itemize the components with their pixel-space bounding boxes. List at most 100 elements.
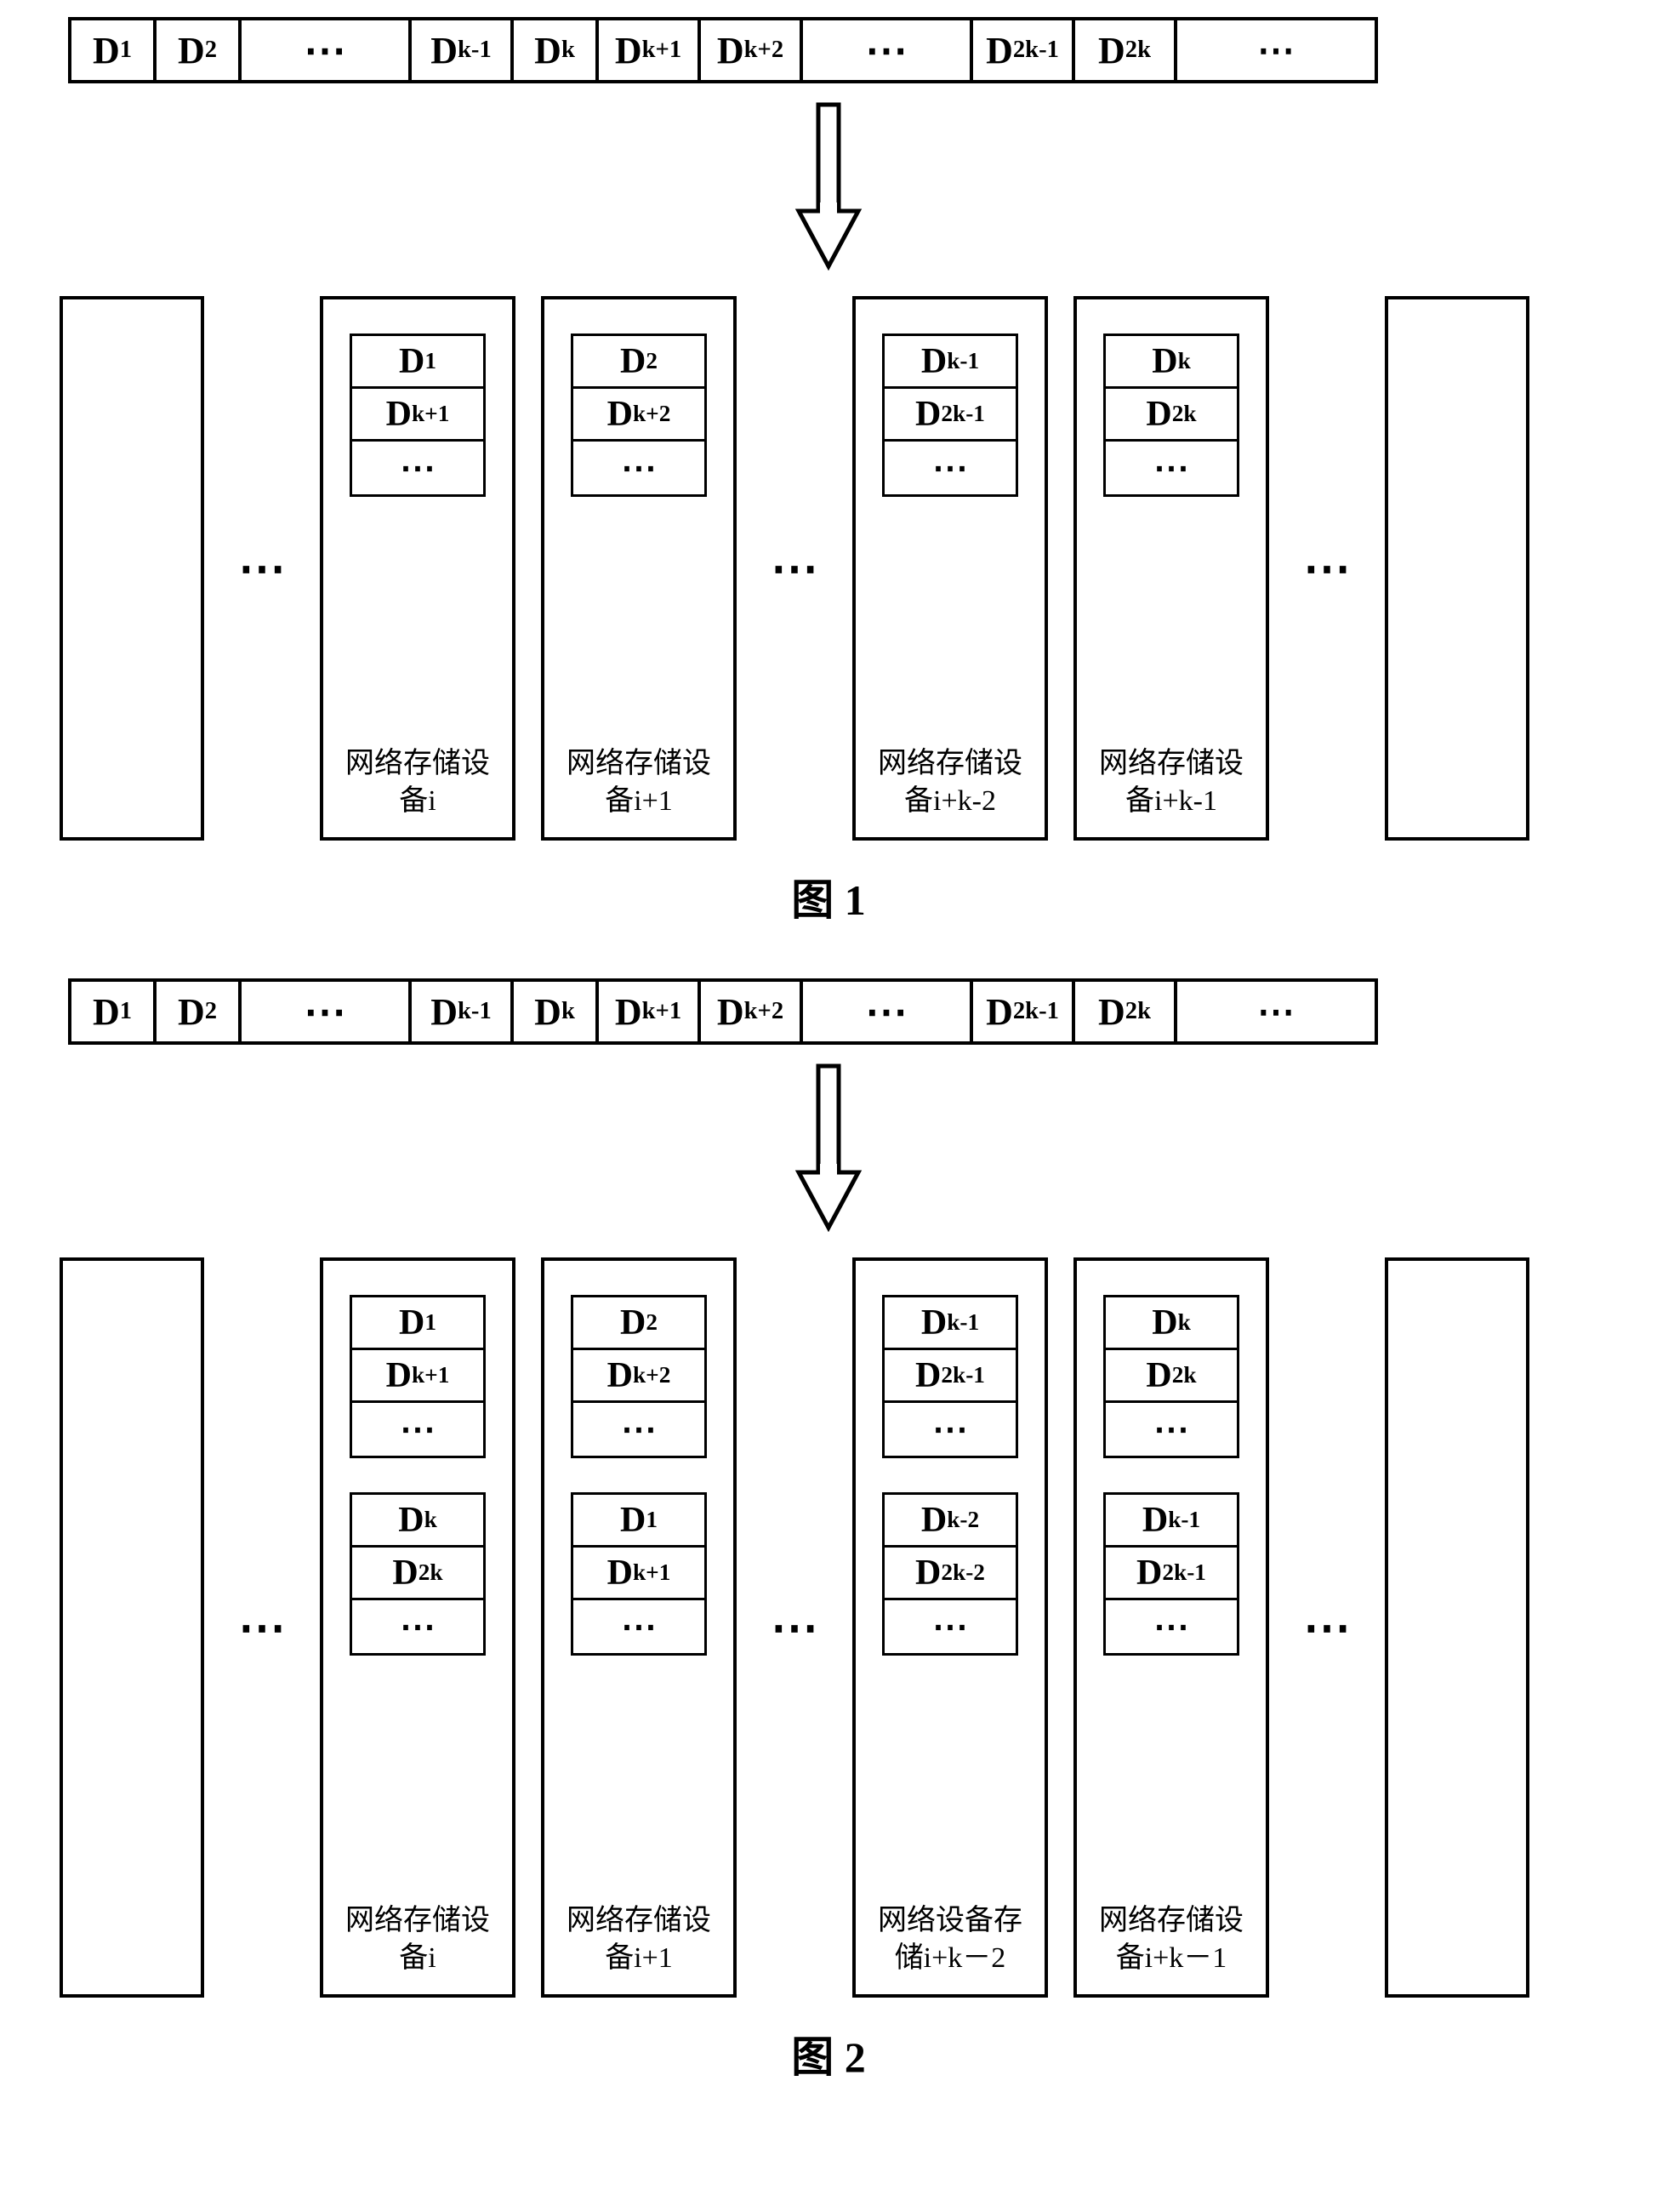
- block-stack: D2 Dk+2 ⋯: [571, 334, 707, 497]
- block-cell: D1: [573, 1495, 704, 1548]
- fig1-devices: ⋯ D1 Dk+1 ⋯ 网络存储设备i D2 Dk+2 ⋯ 网络存储设备i+1 …: [60, 296, 1631, 841]
- block-cell: Dk-1: [1106, 1495, 1237, 1548]
- fig1-caption: 图 1: [26, 866, 1631, 927]
- data-cell: D1: [68, 978, 153, 1045]
- device-ik1: Dk D2k ⋯ Dk-1 D2k-1 ⋯ 网络存储设备i+k－1: [1073, 1257, 1269, 1998]
- gap-dots: ⋯: [230, 1600, 294, 1656]
- data-cell: D2k: [1072, 978, 1174, 1045]
- block-stack: Dk-1 D2k-1 ⋯: [882, 334, 1018, 497]
- block-cell: D2: [573, 336, 704, 389]
- block-stack: Dk D2k ⋯: [1103, 1295, 1239, 1458]
- gap-dots: ⋯: [762, 541, 827, 596]
- block-cell: Dk+2: [573, 1350, 704, 1403]
- block-stack: D1 Dk+1 ⋯: [571, 1492, 707, 1656]
- data-cell-dots: ⋯: [800, 978, 970, 1045]
- block-cell: Dk: [352, 1495, 483, 1548]
- block-cell: Dk+1: [573, 1548, 704, 1600]
- block-cell: D2k: [1106, 389, 1237, 442]
- figure-1: D1 D2 ⋯ Dk-1 Dk Dk+1 Dk+2 ⋯ D2k-1 D2k ⋯ …: [26, 17, 1631, 927]
- block-cell: D2k: [352, 1548, 483, 1600]
- block-cell: Dk: [1106, 1297, 1237, 1350]
- device-empty: [1385, 296, 1529, 841]
- data-cell-dots: ⋯: [1174, 17, 1378, 83]
- data-cell: D2: [153, 17, 238, 83]
- block-cell: ⋯: [352, 1403, 483, 1456]
- block-cell: ⋯: [1106, 442, 1237, 494]
- block-cell: ⋯: [1106, 1403, 1237, 1456]
- data-cell: Dk+1: [595, 978, 698, 1045]
- data-cell: D2: [153, 978, 238, 1045]
- block-cell: ⋯: [885, 1403, 1016, 1456]
- device-label: 网络存储设备i+k－1: [1089, 1902, 1254, 1977]
- fig1-top-row: D1 D2 ⋯ Dk-1 Dk Dk+1 Dk+2 ⋯ D2k-1 D2k ⋯: [68, 17, 1631, 83]
- block-cell: Dk+2: [573, 389, 704, 442]
- data-cell-dots: ⋯: [238, 17, 408, 83]
- block-stack: Dk-2 D2k-2 ⋯: [882, 1492, 1018, 1656]
- block-cell: ⋯: [352, 1600, 483, 1653]
- device-label: 网络存储设备i+k-2: [868, 745, 1033, 820]
- block-cell: Dk-1: [885, 336, 1016, 389]
- block-cell: D2k-1: [1106, 1548, 1237, 1600]
- data-cell-dots: ⋯: [800, 17, 970, 83]
- block-cell: Dk: [1106, 336, 1237, 389]
- gap-dots: ⋯: [1295, 1600, 1359, 1656]
- device-i: D1 Dk+1 ⋯ Dk D2k ⋯ 网络存储设备i: [320, 1257, 515, 1998]
- device-label: 网络存储设备i+1: [556, 745, 721, 820]
- block-cell: D2k-1: [885, 1350, 1016, 1403]
- data-cell: D2k-1: [970, 17, 1072, 83]
- block-stack: D1 Dk+1 ⋯: [350, 334, 486, 497]
- device-empty: [60, 296, 204, 841]
- block-cell: Dk+1: [352, 389, 483, 442]
- data-cell: Dk+1: [595, 17, 698, 83]
- device-empty: [60, 1257, 204, 1998]
- data-cell: Dk-1: [408, 17, 510, 83]
- block-stack: Dk D2k ⋯: [350, 1492, 486, 1656]
- fig2-devices: ⋯ D1 Dk+1 ⋯ Dk D2k ⋯ 网络存储设备i D2 Dk+2 ⋯ D…: [60, 1257, 1631, 1998]
- data-cell-dots: ⋯: [238, 978, 408, 1045]
- arrow-down-icon: [26, 1062, 1631, 1232]
- data-cell: Dk+2: [698, 17, 800, 83]
- block-stack: Dk-1 D2k-1 ⋯: [1103, 1492, 1239, 1656]
- data-cell: D1: [68, 17, 153, 83]
- device-label: 网络设备存储i+k－2: [868, 1902, 1033, 1977]
- data-cell: Dk+2: [698, 978, 800, 1045]
- device-ik1: Dk D2k ⋯ 网络存储设备i+k-1: [1073, 296, 1269, 841]
- device-i1: D2 Dk+2 ⋯ D1 Dk+1 ⋯ 网络存储设备i+1: [541, 1257, 737, 1998]
- device-label: 网络存储设备i+k-1: [1089, 745, 1254, 820]
- block-stack: Dk D2k ⋯: [1103, 334, 1239, 497]
- device-label: 网络存储设备i: [335, 1902, 500, 1977]
- gap-dots: ⋯: [762, 1600, 827, 1656]
- device-ik2: Dk-1 D2k-1 ⋯ 网络存储设备i+k-2: [852, 296, 1048, 841]
- block-cell: D2k-1: [885, 389, 1016, 442]
- block-cell: ⋯: [1106, 1600, 1237, 1653]
- block-stack: D2 Dk+2 ⋯: [571, 1295, 707, 1458]
- device-i: D1 Dk+1 ⋯ 网络存储设备i: [320, 296, 515, 841]
- block-cell: Dk-1: [885, 1297, 1016, 1350]
- block-cell: D2k-2: [885, 1548, 1016, 1600]
- block-cell: ⋯: [352, 442, 483, 494]
- block-cell: ⋯: [885, 442, 1016, 494]
- gap-dots: ⋯: [1295, 541, 1359, 596]
- data-cell: Dk: [510, 978, 595, 1045]
- data-cell: Dk: [510, 17, 595, 83]
- data-cell: D2k: [1072, 17, 1174, 83]
- block-cell: ⋯: [573, 442, 704, 494]
- block-cell: D2: [573, 1297, 704, 1350]
- block-cell: D1: [352, 1297, 483, 1350]
- data-cell: D2k-1: [970, 978, 1072, 1045]
- block-cell: ⋯: [885, 1600, 1016, 1653]
- block-cell: Dk+1: [352, 1350, 483, 1403]
- gap-dots: ⋯: [230, 541, 294, 596]
- block-stack: Dk-1 D2k-1 ⋯: [882, 1295, 1018, 1458]
- block-cell: Dk-2: [885, 1495, 1016, 1548]
- device-i1: D2 Dk+2 ⋯ 网络存储设备i+1: [541, 296, 737, 841]
- block-stack: D1 Dk+1 ⋯: [350, 1295, 486, 1458]
- block-cell: D1: [352, 336, 483, 389]
- device-ik2: Dk-1 D2k-1 ⋯ Dk-2 D2k-2 ⋯ 网络设备存储i+k－2: [852, 1257, 1048, 1998]
- figure-2: D1 D2 ⋯ Dk-1 Dk Dk+1 Dk+2 ⋯ D2k-1 D2k ⋯ …: [26, 978, 1631, 2084]
- device-label: 网络存储设备i: [335, 745, 500, 820]
- block-cell: ⋯: [573, 1600, 704, 1653]
- block-cell: D2k: [1106, 1350, 1237, 1403]
- data-cell: Dk-1: [408, 978, 510, 1045]
- device-label: 网络存储设备i+1: [556, 1902, 721, 1977]
